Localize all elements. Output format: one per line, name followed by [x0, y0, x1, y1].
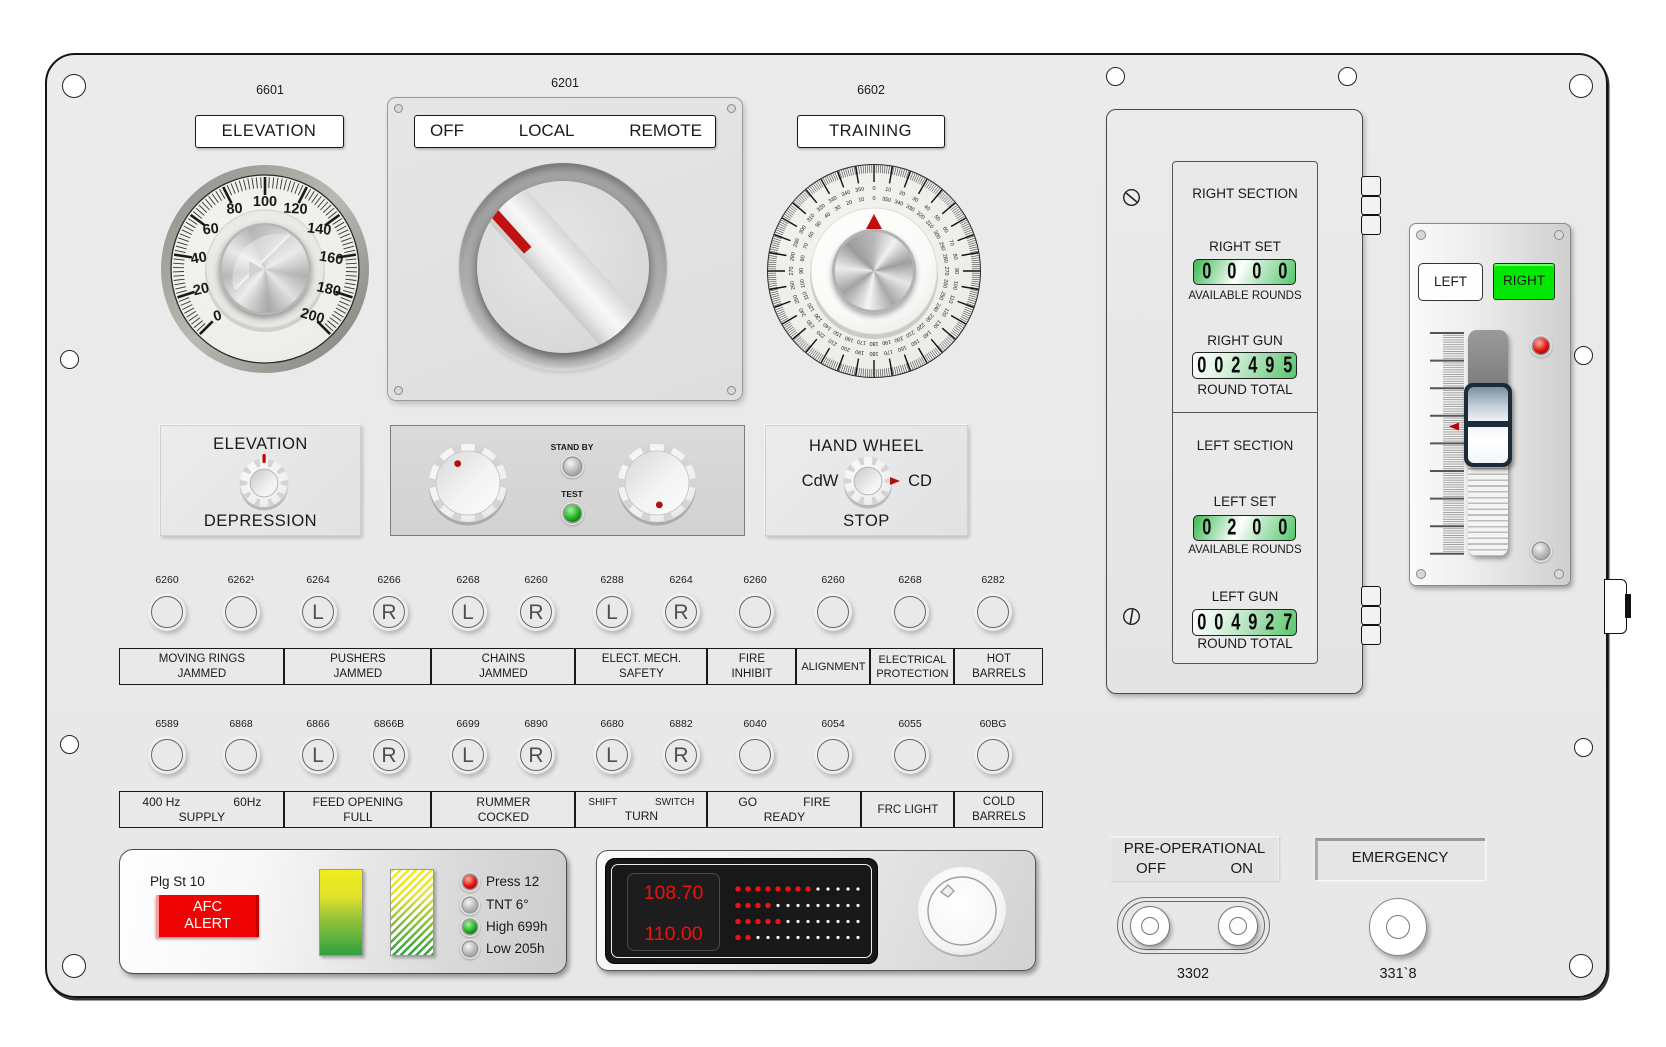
- svg-text:80: 80: [226, 201, 243, 218]
- svg-text:180: 180: [870, 350, 879, 356]
- svg-text:10: 10: [885, 187, 892, 194]
- svg-text:270: 270: [789, 267, 795, 276]
- svg-text:0: 0: [873, 196, 876, 202]
- svg-text:120: 120: [283, 201, 308, 218]
- svg-text:0: 0: [873, 186, 876, 192]
- svg-text:10: 10: [858, 197, 865, 204]
- svg-text:40: 40: [189, 249, 208, 267]
- svg-text:80: 80: [800, 255, 807, 262]
- svg-text:90: 90: [953, 268, 959, 274]
- svg-text:180: 180: [870, 340, 879, 346]
- svg-text:60: 60: [202, 221, 220, 239]
- svg-text:100: 100: [253, 194, 277, 210]
- svg-text:270: 270: [943, 267, 949, 276]
- svg-text:90: 90: [799, 268, 805, 274]
- svg-text:80: 80: [951, 253, 958, 260]
